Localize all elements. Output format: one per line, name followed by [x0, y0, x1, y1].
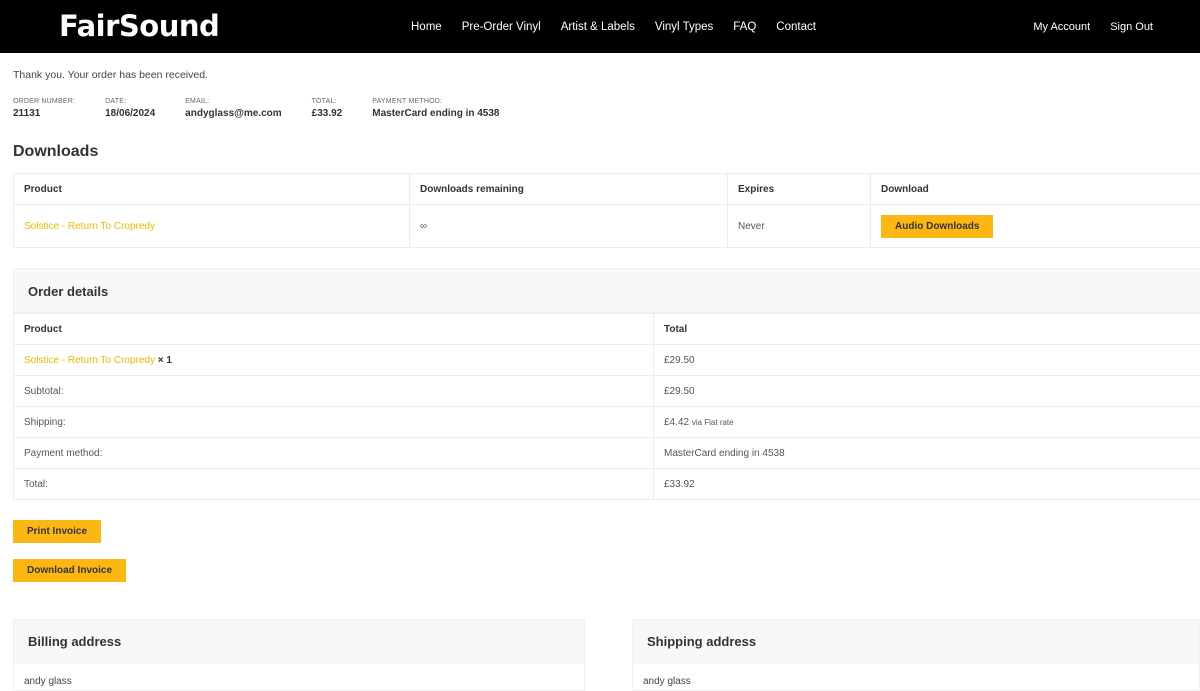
downloads-table: Product Downloads remaining Expires Down…: [13, 173, 1200, 248]
order-email: EMAIL: andyglass@me.com: [185, 97, 281, 121]
shipping-address-panel: Shipping address andy glass: [632, 619, 1200, 691]
col-od-product: Product: [13, 313, 654, 345]
order-date-label: DATE:: [105, 98, 127, 105]
nav-vinyl-types[interactable]: Vinyl Types: [655, 21, 713, 33]
subtotal-value: £29.50: [653, 375, 1200, 407]
download-product-cell: Solstice - Return To Cropredy: [13, 204, 410, 248]
subtotal-label: Subtotal:: [13, 375, 654, 407]
order-payment-value: MasterCard ending in 4538: [372, 108, 500, 119]
col-product: Product: [13, 173, 410, 205]
item-total-value: £29.50: [653, 344, 1200, 376]
order-details-header: Order details: [13, 268, 1200, 313]
table-row: Payment method: MasterCard ending in 453…: [13, 437, 1200, 469]
shipping-method-note: via Flat rate: [691, 417, 734, 427]
item-quantity: × 1: [157, 354, 172, 366]
col-expires: Expires: [727, 173, 871, 205]
order-overview: ORDER NUMBER: 21131 DATE: 18/06/2024 EMA…: [13, 97, 530, 121]
billing-address-panel: Billing address andy glass: [13, 619, 585, 691]
sign-out-link[interactable]: Sign Out: [1110, 21, 1153, 33]
download-invoice-button[interactable]: Download Invoice: [13, 559, 127, 582]
total-value: £33.92: [653, 468, 1200, 500]
payment-method-value: MasterCard ending in 4538: [653, 437, 1200, 469]
shipping-cell: £4.42 via Flat rate: [653, 406, 1200, 438]
shipping-label: Shipping:: [13, 406, 654, 438]
downloads-title: Downloads: [13, 143, 99, 160]
downloads-remaining-value: ∞: [409, 204, 728, 248]
order-payment: PAYMENT METHOD: MasterCard ending in 453…: [372, 97, 499, 121]
item-product-link[interactable]: Solstice - Return To Cropredy: [24, 355, 155, 366]
col-downloads-remaining: Downloads remaining: [409, 173, 728, 205]
shipping-value: £4.42: [664, 416, 690, 428]
table-row: Total: £33.92: [13, 468, 1200, 500]
account-nav: My Account Sign Out: [1013, 0, 1153, 53]
order-total-value: £33.92: [311, 108, 343, 119]
col-download: Download: [870, 173, 1200, 205]
order-payment-label: PAYMENT METHOD:: [372, 98, 443, 105]
download-product-link[interactable]: Solstice - Return To Cropredy: [24, 221, 155, 232]
order-total-label: TOTAL:: [311, 98, 337, 105]
audio-downloads-button[interactable]: Audio Downloads: [881, 214, 994, 238]
order-details-table: Product Total Solstice - Return To Cropr…: [13, 313, 1200, 500]
nav-faq[interactable]: FAQ: [733, 21, 756, 33]
nav-pre-order-vinyl[interactable]: Pre-Order Vinyl: [462, 21, 541, 33]
nav-artist-labels[interactable]: Artist & Labels: [561, 21, 635, 33]
thank-you-message: Thank you. Your order has been received.: [13, 69, 208, 81]
billing-name: andy glass: [24, 676, 72, 687]
shipping-address-title: Shipping address: [633, 620, 1199, 664]
table-row: Solstice - Return To Cropredy ∞ Never Au…: [13, 204, 1200, 248]
order-email-value: andyglass@me.com: [185, 108, 282, 119]
nav-contact[interactable]: Contact: [776, 21, 816, 33]
order-details-title: Order details: [28, 284, 109, 299]
site-logo[interactable]: FairSound: [59, 8, 220, 44]
order-date: DATE: 18/06/2024: [105, 97, 155, 121]
nav-home[interactable]: Home: [411, 21, 442, 33]
table-row: Shipping: £4.42 via Flat rate: [13, 406, 1200, 438]
order-date-value: 18/06/2024: [105, 108, 156, 119]
order-number-label: ORDER NUMBER:: [13, 98, 76, 105]
main-nav: Home Pre-Order Vinyl Artist & Labels Vin…: [411, 0, 836, 53]
order-email-label: EMAIL:: [185, 98, 210, 105]
shipping-name: andy glass: [643, 676, 691, 687]
order-number-value: 21131: [13, 108, 41, 119]
site-header: FairSound Home Pre-Order Vinyl Artist & …: [0, 0, 1200, 53]
order-number: ORDER NUMBER: 21131: [13, 97, 75, 121]
expires-value: Never: [727, 204, 871, 248]
total-label: Total:: [13, 468, 654, 500]
payment-method-label: Payment method:: [13, 437, 654, 469]
item-product-cell: Solstice - Return To Cropredy × 1: [13, 344, 654, 376]
table-row: Solstice - Return To Cropredy × 1 £29.50: [13, 344, 1200, 376]
table-row: Subtotal: £29.50: [13, 375, 1200, 407]
print-invoice-button[interactable]: Print Invoice: [13, 520, 102, 543]
my-account-link[interactable]: My Account: [1033, 21, 1090, 33]
col-od-total: Total: [653, 313, 1200, 345]
download-cell: Audio Downloads: [870, 204, 1200, 248]
order-total: TOTAL: £33.92: [312, 97, 343, 121]
billing-address-title: Billing address: [14, 620, 584, 664]
